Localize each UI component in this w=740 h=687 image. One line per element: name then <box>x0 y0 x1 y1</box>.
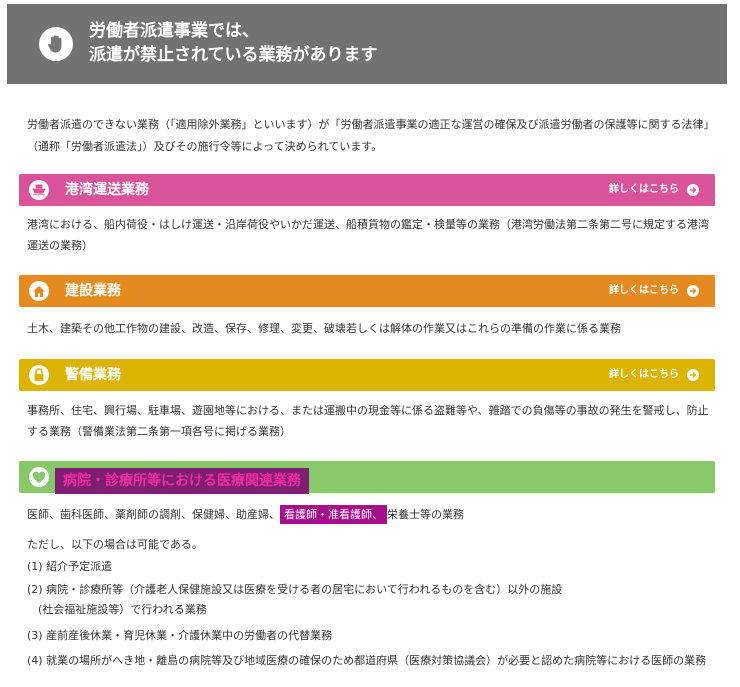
page-header: 労働者派遣事業では、 派遣が禁止されている業務があります <box>7 4 727 84</box>
medical-desc-highlight: 看護師・准看護師、 <box>280 505 387 524</box>
details-link-security[interactable]: 詳しくはこちら <box>609 368 699 382</box>
lock-icon <box>29 365 49 385</box>
section-title-port: 港湾運送業務 <box>65 182 149 198</box>
arrow-right-icon <box>687 369 699 381</box>
exception-item: (社会福祉施設等）で行われる業務 <box>27 603 207 616</box>
arrow-right-icon <box>687 184 699 196</box>
page-title-line2: 派遣が禁止されている業務があります <box>89 45 378 65</box>
hand-stop-icon <box>39 27 73 61</box>
details-link-label: 詳しくはこちら <box>609 184 679 195</box>
section-desc-port: 港湾における、船内荷役・はしけ運送・沿岸荷役やいかだ運送、船積貨物の鑑定・検量等… <box>27 218 709 252</box>
section-desc-security: 事務所、住宅、興行場、駐車場、遊園地等における、または運搬中の現金等に係る盗難等… <box>27 404 709 438</box>
heart-shield-icon <box>29 467 49 487</box>
section-desc-medical: 医師、歯科医師、薬剤師の調剤、保健婦、助産婦、 看護師・准看護師、 栄養士等の業務 <box>27 504 717 525</box>
section-bar-medical[interactable]: 病院・診療所等における医療関連業務 <box>19 461 715 494</box>
section-bar-port[interactable]: 港湾運送業務 詳しくはこちら <box>19 174 715 206</box>
details-link-construction[interactable]: 詳しくはこちら <box>609 284 699 298</box>
medical-desc-part2: 栄養士等の業務 <box>387 508 464 521</box>
page-title-line1: 労働者派遣事業では、 <box>89 21 259 41</box>
medical-desc-part1: 医師、歯科医師、薬剤師の調剤、保健婦、助産婦、 <box>27 508 280 521</box>
exception-item: (3) 産前産後休業・育児休業・介護休業中の労働者の代替業務 <box>27 629 333 642</box>
ship-icon <box>29 180 49 200</box>
house-icon <box>29 281 49 301</box>
section-bar-security[interactable]: 警備業務 詳しくはこちら <box>19 359 715 391</box>
section-bar-construction[interactable]: 建設業務 詳しくはこちら <box>19 275 715 307</box>
section-desc-construction: 土木、建築その他工作物の建設、改造、保存、修理、変更、破壊若しくは解体の作業又は… <box>27 322 621 335</box>
arrow-right-icon <box>687 285 699 297</box>
section-title-security: 警備業務 <box>65 367 121 383</box>
details-link-label: 詳しくはこちら <box>609 369 679 380</box>
details-link-port[interactable]: 詳しくはこちら <box>609 183 699 197</box>
intro-text: 労働者派遣のできない業務（「適用除外業務」といいます）が「労働者派遣事業の適正な… <box>27 118 715 153</box>
section-title-construction: 建設業務 <box>65 283 121 299</box>
exceptions-lead: ただし、以下の場合は可能である。 <box>27 538 203 551</box>
exception-item: (4) 就業の場所がへき地・離島の病院等及び地域医療の確保のため都道府県（医療対… <box>27 654 707 667</box>
exception-item: (2) 病院・診療所等（介護老人保健施設又は医療を受ける者の居宅において行われる… <box>27 583 563 596</box>
section-title-medical: 病院・診療所等における医療関連業務 <box>55 468 309 494</box>
exception-item: (1) 紹介予定派遣 <box>27 560 113 573</box>
details-link-label: 詳しくはこちら <box>609 285 679 296</box>
